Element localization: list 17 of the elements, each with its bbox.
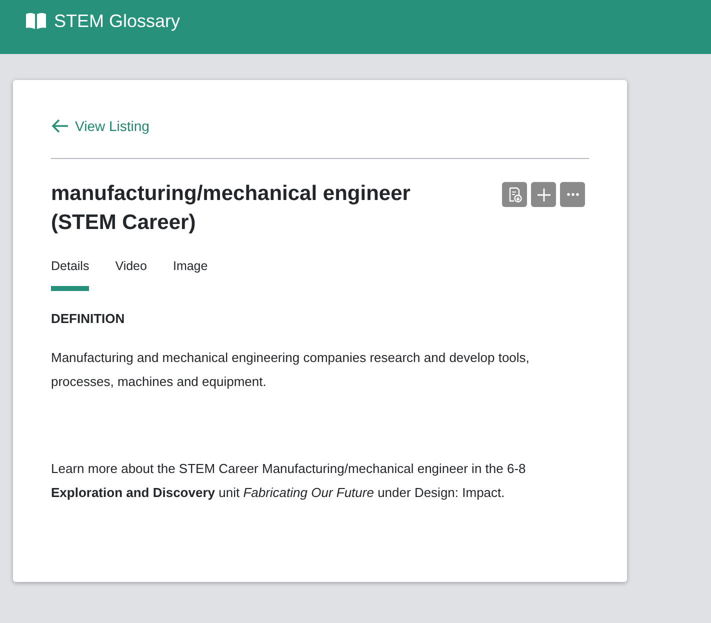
more-icon [566, 193, 578, 196]
back-link[interactable]: View Listing [51, 118, 150, 134]
tab[interactable]: Video [115, 259, 147, 291]
learn-more-text: Learn more about the STEM Career Manufacturing/mechanical engineer in the 6-8 Exploration and Discovery unit Fabricating Our Future under Design: Impact. [51, 460, 527, 502]
section-heading: DEFINITION [51, 311, 126, 326]
tab[interactable]: Details [51, 259, 90, 291]
definition-text: Manufacturing and mechanical engineering companies research and develop tools, processes, machines and equipment. [51, 349, 530, 391]
arrow-left-icon [51, 118, 69, 134]
add-icon [536, 186, 552, 202]
add-button[interactable] [531, 182, 556, 207]
book-icon [25, 12, 47, 30]
more-button[interactable] [560, 182, 585, 207]
term-title: manufacturing/mechanical engineer (STEM Career) [51, 181, 412, 236]
document-button[interactable] [502, 182, 527, 207]
tab[interactable]: Image [172, 259, 208, 291]
document-icon [506, 186, 522, 202]
app-title: STEM Glossary [54, 10, 180, 32]
